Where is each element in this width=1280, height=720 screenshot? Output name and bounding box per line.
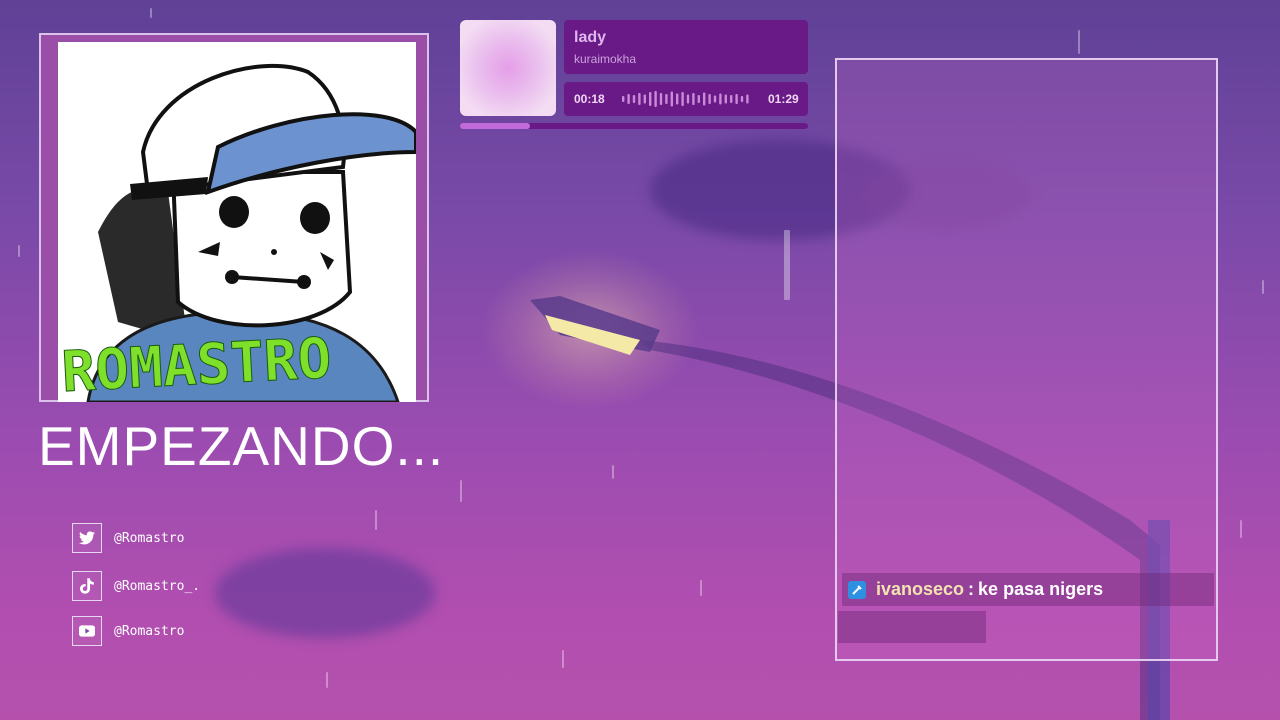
waveform-bar (643, 94, 646, 104)
chat-message-placeholder (838, 611, 986, 643)
tiktok-icon (72, 571, 102, 601)
tiktok-handle: @Romastro_. (114, 578, 201, 594)
avatar-image: ROMASTRO (58, 42, 416, 402)
track-info-panel: lady kuraimokha (564, 20, 808, 74)
progress-bar[interactable] (460, 123, 808, 129)
waveform-bar (649, 92, 652, 106)
waveform-bar (730, 95, 733, 103)
waveform-bar (740, 96, 744, 102)
chat-username: ivanoseco (876, 579, 965, 599)
waveform-bar (659, 93, 663, 105)
album-art (460, 20, 556, 116)
waveform-bar (622, 96, 625, 102)
waveform-bar (713, 95, 717, 103)
total-duration: 01:29 (768, 92, 799, 106)
rain-drop (150, 8, 152, 18)
waveform-bar (692, 93, 695, 105)
waveform-bar (670, 91, 673, 107)
chat-panel (835, 58, 1218, 661)
track-title: lady (574, 29, 607, 46)
waveform-bar (681, 92, 684, 106)
waveform-bar (676, 93, 679, 105)
rain-drop (1262, 280, 1264, 294)
social-youtube[interactable]: @Romastro (72, 615, 184, 647)
youtube-icon (72, 616, 102, 646)
waveform-bar (686, 94, 690, 104)
stream-status-title: EMPEZANDO... (38, 415, 445, 477)
rain-drop (326, 672, 328, 688)
social-twitter[interactable]: @Romastro (72, 522, 184, 554)
waveform-icon (622, 91, 749, 107)
rain-drop (1078, 30, 1080, 54)
rain-drop (562, 650, 564, 668)
waveform-bar (703, 92, 706, 106)
twitter-handle: @Romastro (114, 530, 185, 546)
waveform-bar (665, 94, 668, 104)
chat-message: ivanoseco : ke pasa nigers (842, 573, 1214, 606)
twitter-icon (72, 523, 102, 553)
waveform-bar (746, 94, 749, 104)
waveform-bar (719, 93, 722, 105)
avatar-logo: ROMASTRO (60, 326, 333, 402)
rain-drop (784, 230, 790, 300)
avatar-panel: ROMASTRO (39, 33, 429, 402)
waveform-bar (654, 91, 657, 107)
chat-text: ke pasa nigers (978, 579, 1104, 599)
avatar-character-illustration: ROMASTRO (60, 63, 416, 402)
rain-drop (612, 465, 614, 479)
elapsed-time: 00:18 (574, 92, 605, 106)
waveform-bar (735, 94, 738, 104)
social-tiktok[interactable]: @Romastro_. (72, 570, 200, 602)
youtube-handle: @Romastro (114, 623, 185, 639)
waveform-bar (632, 95, 636, 103)
waveform-bar (708, 94, 711, 104)
rain-drop (700, 580, 702, 596)
waveform-bar (724, 94, 727, 104)
rain-drop (1240, 520, 1242, 538)
chat-separator: : (968, 579, 975, 599)
rain-drop (460, 480, 462, 502)
moderator-sword-icon (848, 580, 866, 599)
waveform-bar (697, 95, 700, 103)
rain-drop (375, 510, 377, 530)
waveform-bar (638, 93, 641, 105)
rain-drop (18, 245, 20, 257)
waveform-bar (627, 94, 630, 104)
playback-panel: 00:18 01:29 (564, 82, 808, 116)
progress-fill (460, 123, 530, 129)
track-artist: kuraimokha (574, 52, 637, 66)
